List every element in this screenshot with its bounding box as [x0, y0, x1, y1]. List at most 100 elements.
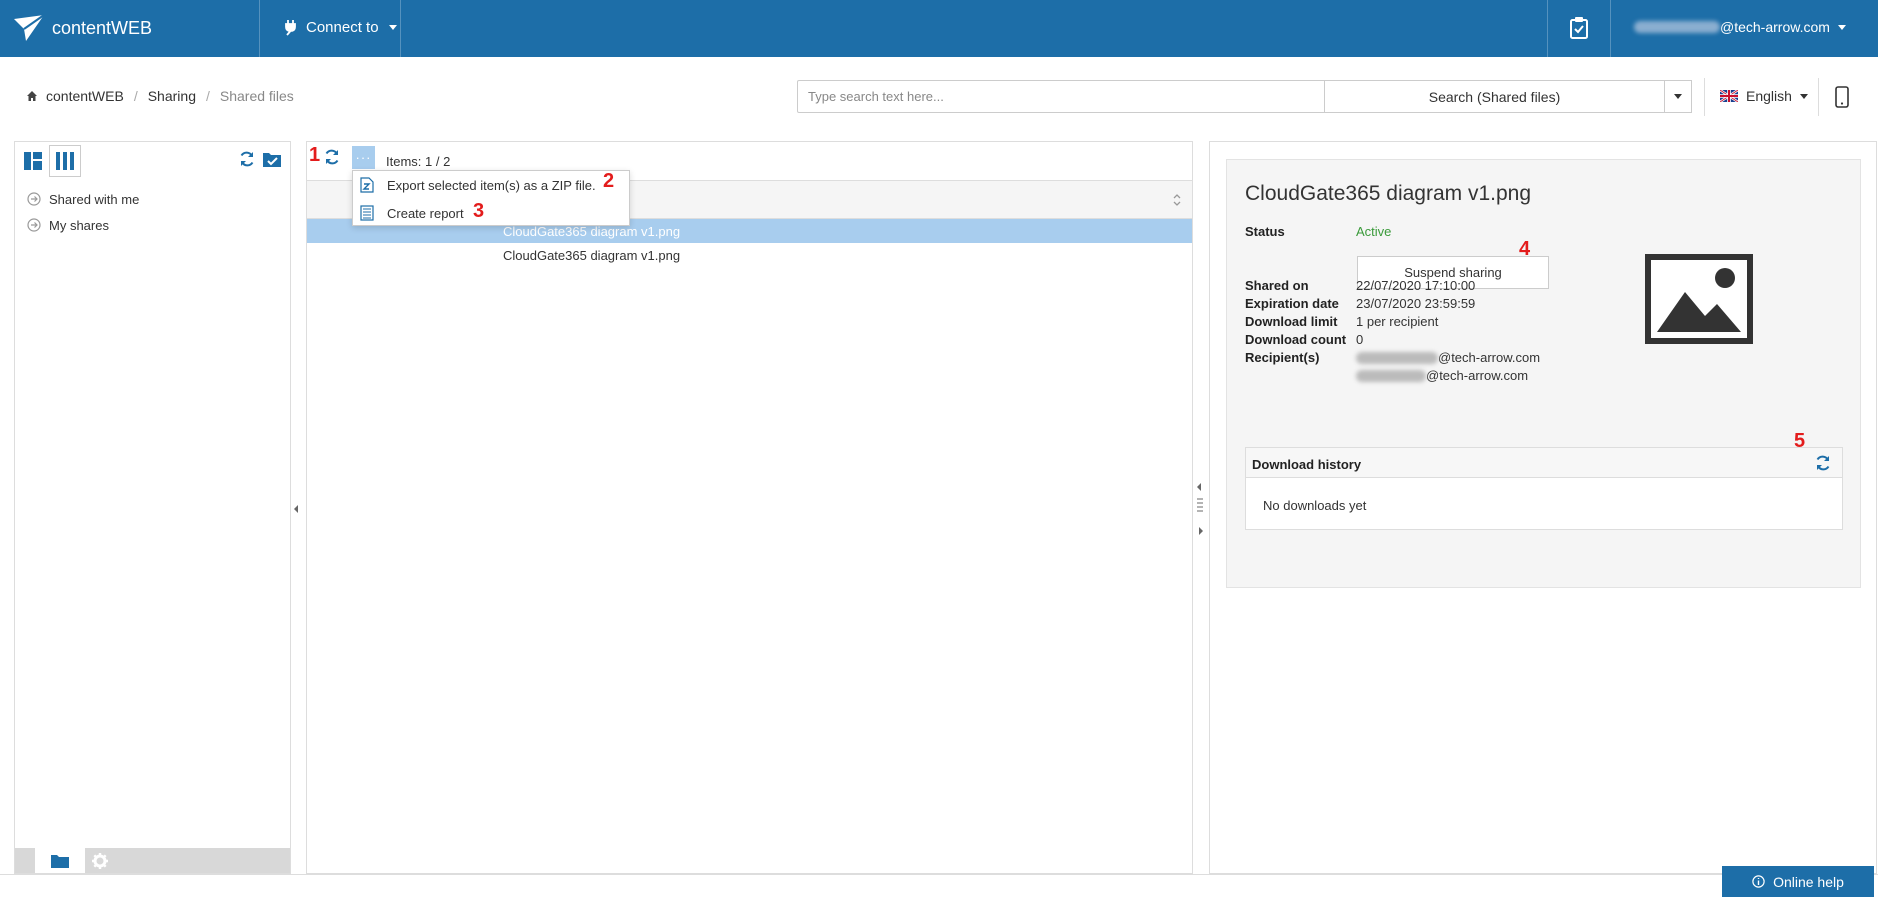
- folder-check-icon[interactable]: [262, 150, 282, 168]
- expand-right-arrow[interactable]: [1199, 527, 1203, 535]
- user-email-domain: @tech-arrow.com: [1720, 19, 1830, 35]
- download-count-label: Download count: [1245, 332, 1347, 347]
- callout-number: 3: [473, 200, 485, 222]
- refresh-icon[interactable]: [1814, 454, 1832, 472]
- shared-on-value: 22/07/2020 17:10:00: [1356, 278, 1476, 293]
- mobile-view-icon[interactable]: [1835, 86, 1849, 108]
- breadcrumb-separator: /: [133, 88, 138, 104]
- folder-icon: [51, 854, 69, 868]
- search-button[interactable]: Search (Shared files): [1324, 80, 1665, 113]
- header-divider: [400, 0, 401, 57]
- gear-icon: [92, 852, 108, 869]
- breadcrumb: contentWEB / Sharing / Shared files: [26, 88, 294, 104]
- column-view-button[interactable]: [49, 145, 81, 177]
- home-icon: [27, 91, 37, 101]
- status-value: Active: [1356, 224, 1392, 239]
- info-icon: [1752, 875, 1765, 888]
- download-history-title: Download history: [1252, 457, 1362, 472]
- footer-divider: [0, 874, 1878, 875]
- collapse-middle-arrow[interactable]: [1197, 483, 1201, 491]
- breadcrumb-shared-files: Shared files: [219, 88, 294, 104]
- tree-item-my-shares[interactable]: My shares: [27, 212, 139, 238]
- file-title: CloudGate365 diagram v1.png: [1245, 182, 1532, 205]
- recipient-item: @tech-arrow.com: [1356, 368, 1528, 383]
- header-divider: [1610, 0, 1611, 57]
- top-navbar: contentWEB Connect to @tech-arrow.com: [0, 0, 1878, 57]
- chevron-down-icon: [388, 24, 397, 30]
- create-report-menu-item[interactable]: Create report: [353, 199, 629, 227]
- search-options-dropdown[interactable]: [1664, 80, 1692, 113]
- breadcrumb-sharing[interactable]: Sharing: [148, 88, 196, 104]
- download-limit-label: Download limit: [1245, 314, 1338, 329]
- chevron-down-icon: [1837, 24, 1846, 30]
- zip-file-icon: [360, 177, 374, 193]
- status-label: Status: [1245, 224, 1285, 239]
- language-selector[interactable]: English: [1720, 88, 1808, 104]
- connect-to-menu[interactable]: Connect to: [282, 18, 397, 36]
- tree-item-shared-with-me[interactable]: Shared with me: [27, 186, 139, 212]
- chevron-down-icon: [1799, 93, 1808, 99]
- toolbar-divider: [1818, 78, 1819, 116]
- plug-icon: [285, 20, 296, 36]
- connect-to-label: Connect to: [306, 18, 379, 36]
- recipients-label: Recipient(s): [1245, 350, 1320, 365]
- clipboard-check-icon[interactable]: [1568, 16, 1590, 40]
- redacted-recipient: [1356, 351, 1438, 364]
- chevron-down-icon: [1674, 94, 1682, 99]
- circle-arrow-right-icon: [27, 192, 41, 206]
- tree-item-label: My shares: [49, 217, 109, 233]
- more-actions-menu: Export selected item(s) as a ZIP file. C…: [352, 170, 630, 226]
- layout-sidebar-icon: [24, 152, 42, 170]
- shared-on-label: Shared on: [1245, 278, 1309, 293]
- callout-number: 2: [603, 170, 615, 192]
- more-actions-button[interactable]: ···: [352, 146, 375, 169]
- header-divider: [1547, 0, 1548, 57]
- export-zip-menu-item[interactable]: Export selected item(s) as a ZIP file.: [353, 171, 629, 199]
- folder-tree: Shared with me My shares: [27, 186, 139, 238]
- recipient-item: @tech-arrow.com: [1356, 350, 1540, 365]
- uk-flag-icon: [1720, 90, 1738, 102]
- sort-icon[interactable]: [1172, 193, 1182, 207]
- tree-item-label: Shared with me: [49, 191, 140, 207]
- online-help-label: Online help: [1773, 873, 1844, 890]
- search-input[interactable]: [797, 80, 1325, 113]
- expiration-label: Expiration date: [1245, 296, 1339, 311]
- file-name-cell: CloudGate365 diagram v1.png: [503, 247, 681, 263]
- toolbar-divider: [1704, 78, 1705, 116]
- download-limit-value: 1 per recipient: [1356, 314, 1439, 329]
- download-history-panel: Download history No downloads yet: [1245, 447, 1843, 530]
- user-menu[interactable]: @tech-arrow.com: [1634, 19, 1846, 35]
- settings-tab[interactable]: [75, 848, 125, 873]
- language-label: English: [1746, 88, 1792, 104]
- brand-link[interactable]: contentWEB: [12, 12, 152, 44]
- breadcrumb-separator: /: [205, 88, 210, 104]
- expiration-value: 23/07/2020 23:59:59: [1356, 296, 1476, 311]
- report-list-icon: [360, 205, 374, 221]
- folder-tree-panel: Shared with me My shares: [14, 141, 291, 874]
- download-history-empty: No downloads yet: [1263, 498, 1367, 513]
- image-preview-icon: [1645, 254, 1753, 344]
- callout-number: 1: [309, 144, 321, 166]
- detail-card: CloudGate365 diagram v1.png Status Activ…: [1226, 159, 1861, 588]
- paper-plane-logo-icon: [14, 14, 45, 41]
- breadcrumb-contentweb[interactable]: contentWEB: [46, 88, 124, 104]
- circle-arrow-right-icon: [27, 218, 41, 232]
- recipient-domain: @tech-arrow.com: [1426, 368, 1529, 383]
- recipient-domain: @tech-arrow.com: [1438, 350, 1541, 365]
- collapse-left-panel-arrow[interactable]: [294, 505, 298, 513]
- refresh-icon[interactable]: [323, 148, 341, 166]
- download-history-header: Download history: [1246, 448, 1842, 478]
- header-divider: [259, 0, 260, 57]
- tree-actions: [238, 150, 282, 168]
- redacted-username: [1634, 21, 1720, 33]
- refresh-icon[interactable]: [238, 150, 256, 168]
- items-count: Items: 1 / 2: [386, 154, 451, 169]
- splitter-handle-icon[interactable]: [1197, 497, 1203, 515]
- callout-number: 5: [1794, 430, 1806, 452]
- redacted-recipient: [1356, 369, 1426, 382]
- brand-name: contentWEB: [52, 17, 153, 38]
- layout-columns-icon: [56, 152, 74, 170]
- table-row[interactable]: CloudGate365 diagram v1.png: [307, 243, 1192, 267]
- tree-view-button[interactable]: [17, 145, 49, 177]
- online-help-button[interactable]: Online help: [1722, 866, 1874, 897]
